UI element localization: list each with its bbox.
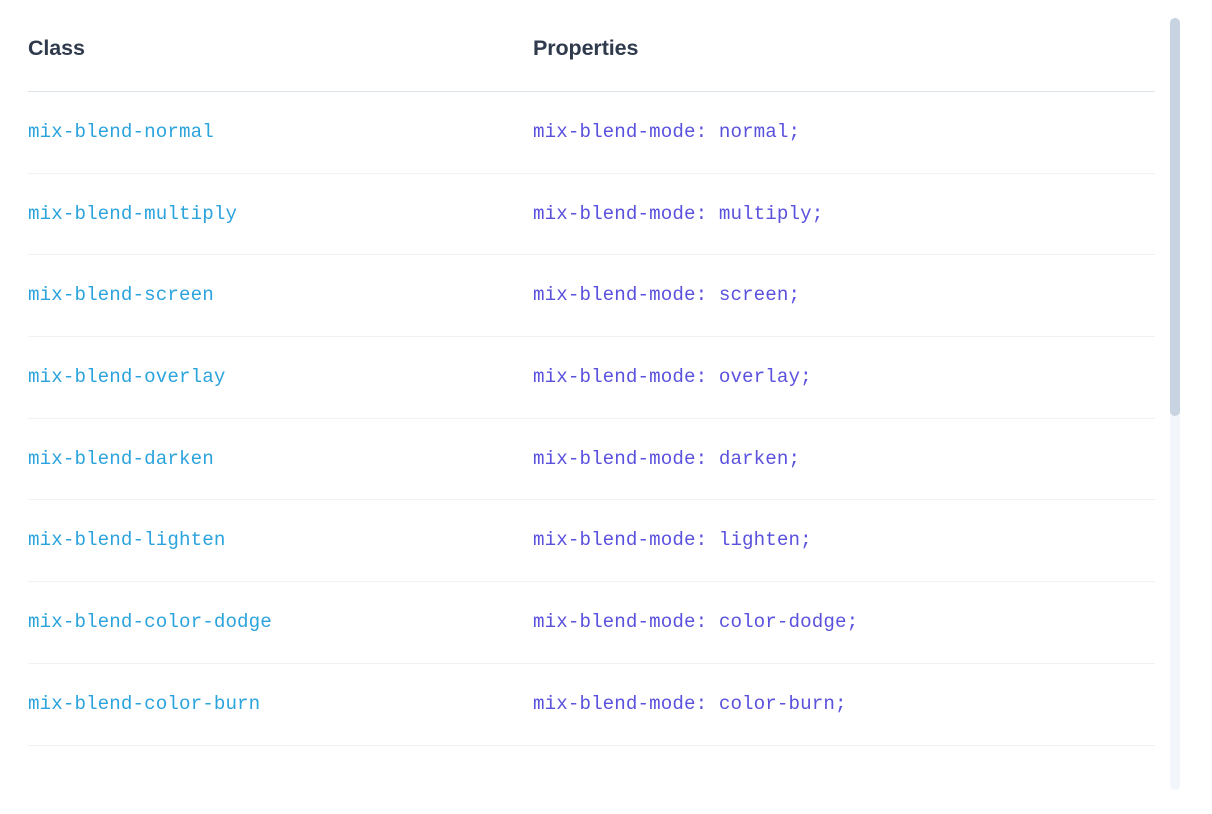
cell-class: mix-blend-overlay [28, 365, 226, 388]
table-row[interactable]: mix-blend-color-dodge mix-blend-mode: co… [28, 582, 1155, 664]
table-row[interactable]: mix-blend-screen mix-blend-mode: screen; [28, 255, 1155, 338]
cell-properties: mix-blend-mode: screen; [533, 284, 801, 307]
column-header-class: Class [28, 36, 85, 60]
column-header-properties: Properties [533, 36, 639, 60]
vertical-scrollbar[interactable] [1168, 14, 1182, 794]
cell-class: mix-blend-multiply [28, 202, 238, 225]
cell-class: mix-blend-color-dodge [28, 610, 272, 633]
cell-properties: mix-blend-mode: lighten; [533, 529, 812, 552]
cell-properties: mix-blend-mode: overlay; [533, 365, 812, 388]
blend-mode-utilities-table: Class Properties mix-blend-normal mix-bl… [28, 0, 1155, 814]
table-row[interactable]: mix-blend-overlay mix-blend-mode: overla… [28, 337, 1155, 419]
cell-class: mix-blend-color-burn [28, 692, 261, 715]
table-row[interactable]: mix-blend-normal mix-blend-mode: normal; [28, 92, 1155, 174]
table-row[interactable]: mix-blend-lighten mix-blend-mode: lighte… [28, 500, 1155, 583]
table-row[interactable]: mix-blend-color-burn mix-blend-mode: col… [28, 664, 1155, 746]
cell-properties: mix-blend-mode: color-burn; [533, 692, 847, 715]
table-row[interactable]: mix-blend-darken mix-blend-mode: darken; [28, 419, 1155, 501]
cell-properties: mix-blend-mode: darken; [533, 447, 801, 470]
cell-class: mix-blend-normal [28, 120, 214, 143]
cell-class: mix-blend-darken [28, 447, 214, 470]
cell-properties: mix-blend-mode: multiply; [533, 202, 824, 225]
cell-properties: mix-blend-mode: normal; [533, 120, 801, 143]
cell-properties: mix-blend-mode: color-dodge; [533, 610, 859, 633]
table-row[interactable] [28, 746, 1155, 814]
table-row[interactable]: mix-blend-multiply mix-blend-mode: multi… [28, 174, 1155, 256]
cell-class: mix-blend-lighten [28, 529, 226, 552]
page-root: Class Properties mix-blend-normal mix-bl… [0, 0, 1212, 814]
cell-class: mix-blend-screen [28, 284, 214, 307]
scrollbar-thumb[interactable] [1170, 18, 1180, 416]
table-scroll-region[interactable]: Class Properties mix-blend-normal mix-bl… [0, 0, 1160, 814]
table-header-row: Class Properties [28, 0, 1155, 91]
